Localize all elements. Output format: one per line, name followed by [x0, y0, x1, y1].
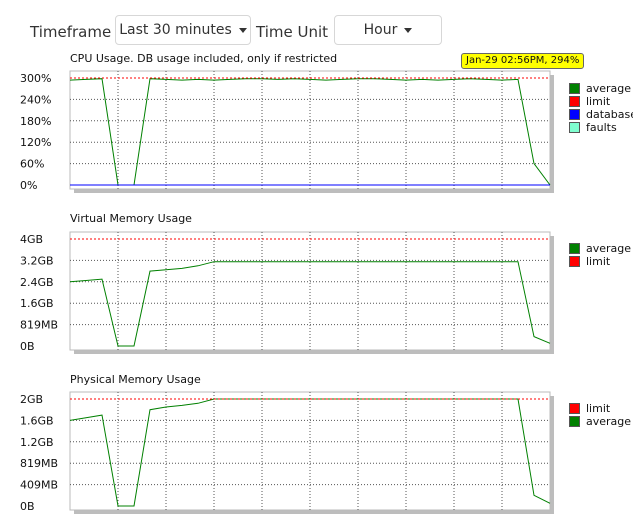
legend-label: limit: [586, 95, 611, 108]
legend-swatch: [569, 109, 580, 120]
physical-memory-ytick-label: 2GB: [20, 393, 43, 406]
cpu-ytick-label: 120%: [20, 136, 51, 149]
legend-swatch: [569, 403, 580, 414]
cpu-ytick-label: 0%: [20, 179, 37, 192]
legend-label: faults: [586, 121, 617, 134]
physical-memory-ytick-label: 1.6GB: [20, 414, 54, 427]
cpu-ytick-label: 60%: [20, 158, 44, 171]
legend-label: average: [586, 242, 632, 255]
legend-swatch: [569, 416, 580, 427]
cpu-legend-faults: faults: [569, 121, 617, 134]
legend-swatch: [569, 243, 580, 254]
cpu-legend-database: database: [569, 108, 633, 121]
physical-memory-ytick-label: 409MB: [20, 479, 58, 492]
virtual-memory-ytick-label: 819MB: [20, 319, 58, 332]
physical-memory-ytick-label: 1.2GB: [20, 436, 54, 449]
cpu-ytick-label: 180%: [20, 115, 51, 128]
virtual-memory-ytick-label: 3.2GB: [20, 254, 54, 267]
virtual-memory-legend-limit: limit: [569, 255, 610, 268]
physical-memory-legend-average: average: [569, 415, 631, 428]
physical-memory-ytick-label: 819MB: [20, 457, 58, 470]
charts-canvas: 300% 240% 180% 120% 60% 0% 4GB 3.2GB 2.4GB 1.6GB 8…: [20, 70, 554, 514]
physical-memory-plot-area: [69, 391, 551, 511]
cpu-legend-limit: limit: [569, 95, 610, 108]
legend-swatch: [569, 122, 580, 133]
virtual-memory-ytick-label: 4GB: [20, 233, 43, 246]
cpu-ytick-label: 300%: [20, 72, 51, 85]
legend-swatch: [569, 83, 580, 94]
legend-swatch: [569, 256, 580, 267]
legend-label: average: [586, 82, 632, 95]
virtual-memory-ytick-label: 1.6GB: [20, 297, 54, 310]
legend-label: limit: [586, 255, 611, 268]
virtual-memory-legend-average: average: [569, 242, 631, 255]
physical-memory-legend-limit: limit: [569, 402, 610, 415]
cpu-ytick-label: 240%: [20, 93, 51, 106]
legend-swatch: [569, 96, 580, 107]
physical-memory-ytick-label: 0B: [20, 500, 35, 513]
legend-label: average: [586, 415, 632, 428]
virtual-memory-plot-area: [69, 231, 551, 351]
legend-label: database: [586, 108, 633, 121]
virtual-memory-ytick-label: 2.4GB: [20, 276, 54, 289]
virtual-memory-ytick-label: 0B: [20, 340, 35, 353]
legend-label: limit: [586, 402, 611, 415]
cpu-legend-average: average: [569, 82, 631, 95]
